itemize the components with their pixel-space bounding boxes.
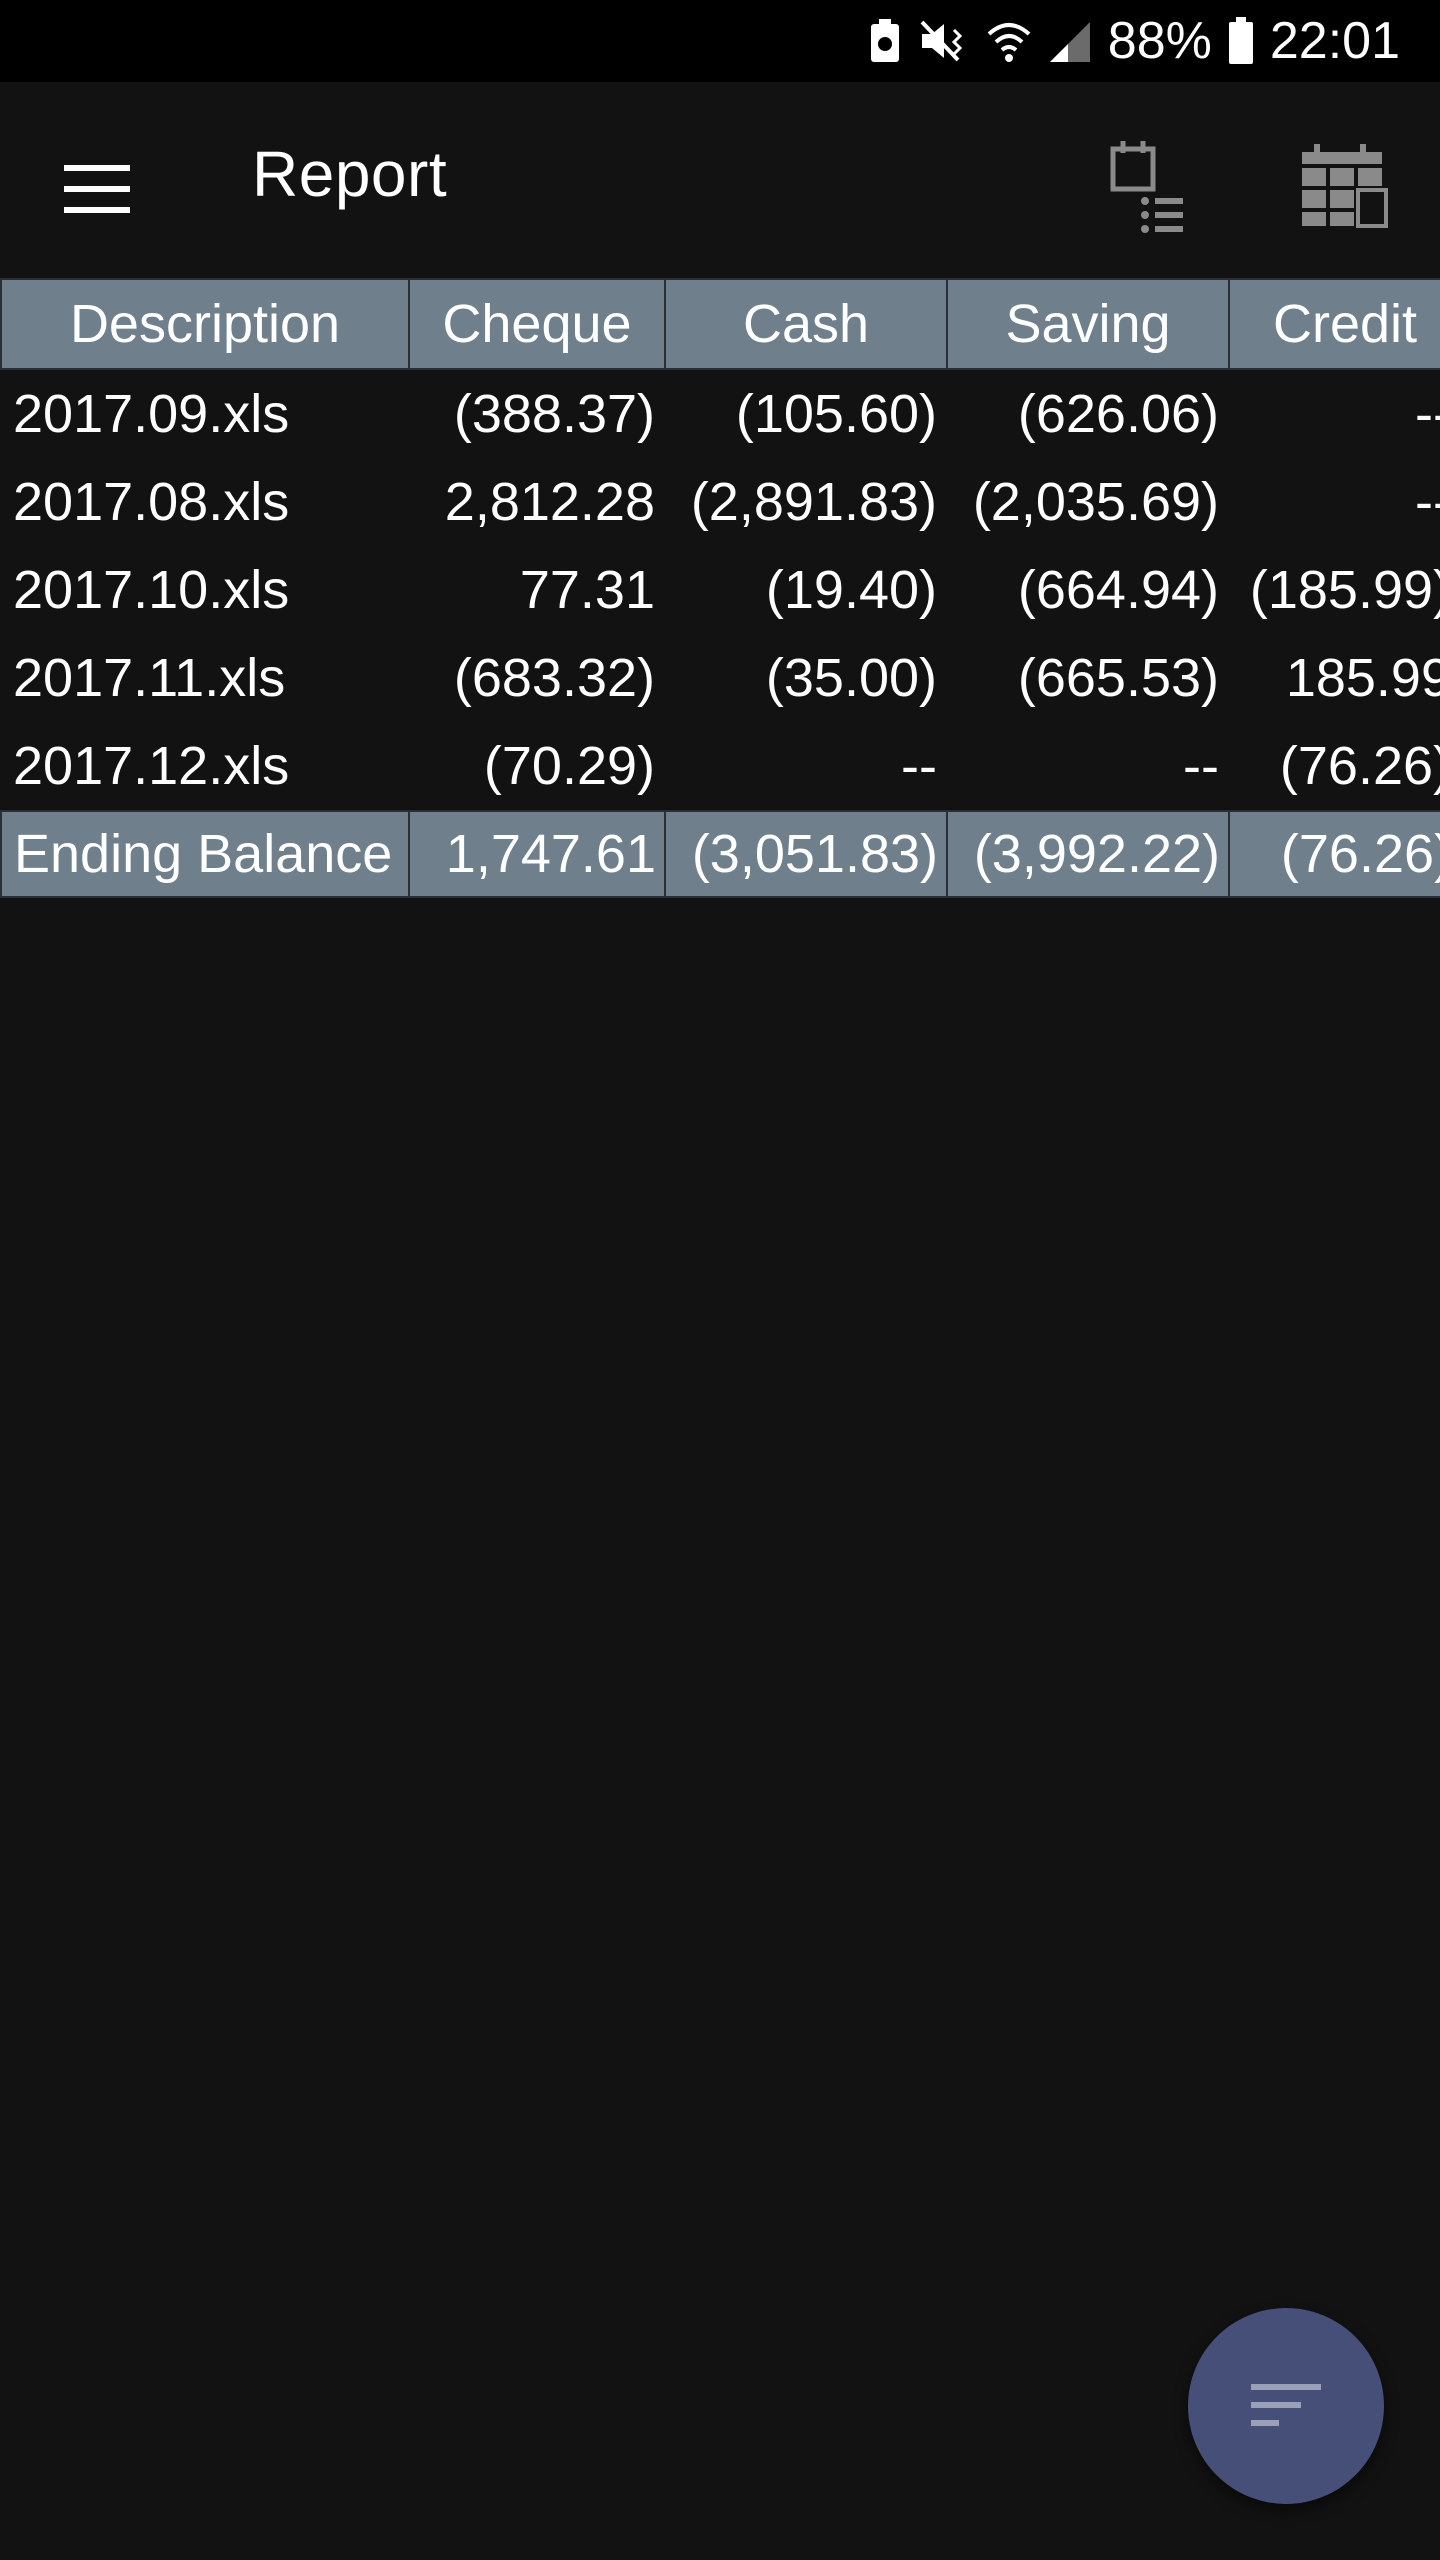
row-saving: -- xyxy=(1183,736,1219,796)
row-cheque: (70.29) xyxy=(483,736,655,796)
header-credit[interactable]: Credit xyxy=(1228,278,1440,370)
calendar-grid-icon xyxy=(1302,144,1388,228)
menu-button[interactable] xyxy=(52,144,142,234)
table-row[interactable]: 2017.11.xls (683.32) (35.00) (665.53) 18… xyxy=(1,634,1440,722)
battery-icon xyxy=(1228,17,1254,65)
page-title: Report xyxy=(252,138,448,210)
row-description: 2017.12.xls xyxy=(13,736,290,796)
row-credit: -- xyxy=(1415,472,1440,532)
report-table-container[interactable]: Description Cheque Cash Saving Credit 20… xyxy=(0,278,1440,898)
ending-balance-row: Ending Balance 1,747.61 (3,051.83) (3,99… xyxy=(0,810,1440,898)
row-cash: (19.40) xyxy=(765,560,937,620)
calendar-grid-button[interactable] xyxy=(1290,132,1400,242)
row-saving: (665.53) xyxy=(1017,648,1219,708)
table-header-row: Description Cheque Cash Saving Credit xyxy=(0,278,1440,370)
footer-cheque: 1,747.61 xyxy=(408,810,666,898)
row-cheque: (683.32) xyxy=(453,648,655,708)
report-table: Description Cheque Cash Saving Credit 20… xyxy=(0,278,1440,898)
row-credit: (185.99) xyxy=(1249,560,1440,620)
app-bar: Report xyxy=(0,82,1440,278)
row-cash: (35.00) xyxy=(765,648,937,708)
header-description[interactable]: Description xyxy=(0,278,410,370)
battery-percent: 88% xyxy=(1107,12,1212,70)
row-description: 2017.09.xls xyxy=(13,384,290,444)
row-credit: -- xyxy=(1415,384,1440,444)
row-description: 2017.08.xls xyxy=(13,472,290,532)
sort-fab-button[interactable] xyxy=(1188,2308,1384,2504)
header-cash[interactable]: Cash xyxy=(664,278,948,370)
row-credit: 185.99 xyxy=(1285,648,1440,708)
footer-description: Ending Balance xyxy=(0,810,410,898)
row-credit: (76.26) xyxy=(1279,736,1440,796)
status-bar: 88% 22:01 xyxy=(0,0,1440,82)
row-description: 2017.10.xls xyxy=(13,560,290,620)
row-cash: (2,891.83) xyxy=(690,472,937,532)
row-saving: (2,035.69) xyxy=(972,472,1219,532)
footer-cash: (3,051.83) xyxy=(664,810,948,898)
footer-credit: (76.26) xyxy=(1228,810,1440,898)
row-saving: (626.06) xyxy=(1017,384,1219,444)
clock: 22:01 xyxy=(1269,12,1400,70)
signal-icon xyxy=(1048,18,1092,64)
sort-icon xyxy=(1251,2384,1321,2426)
status-icons: 88% 22:01 xyxy=(868,0,1400,82)
row-cheque: 2,812.28 xyxy=(444,472,655,532)
vibrate-mute-icon xyxy=(918,18,970,64)
table-row[interactable]: 2017.10.xls 77.31 (19.40) (664.94) (185.… xyxy=(1,546,1440,634)
header-cheque[interactable]: Cheque xyxy=(408,278,666,370)
row-cash: -- xyxy=(901,736,937,796)
table-row[interactable]: 2017.12.xls (70.29) -- -- (76.26) xyxy=(1,722,1440,811)
row-cheque: 77.31 xyxy=(519,560,655,620)
row-saving: (664.94) xyxy=(1017,560,1219,620)
report-list-button[interactable] xyxy=(1094,132,1204,242)
report-list-icon xyxy=(1110,141,1183,233)
row-cash: (105.60) xyxy=(735,384,937,444)
battery-saver-icon xyxy=(868,18,902,64)
table-row[interactable]: 2017.09.xls (388.37) (105.60) (626.06) -… xyxy=(1,369,1440,458)
footer-saving: (3,992.22) xyxy=(946,810,1230,898)
wifi-icon xyxy=(986,18,1032,64)
header-saving[interactable]: Saving xyxy=(946,278,1230,370)
row-cheque: (388.37) xyxy=(453,384,655,444)
menu-icon xyxy=(64,165,130,213)
table-row[interactable]: 2017.08.xls 2,812.28 (2,891.83) (2,035.6… xyxy=(1,458,1440,546)
row-description: 2017.11.xls xyxy=(13,648,286,708)
